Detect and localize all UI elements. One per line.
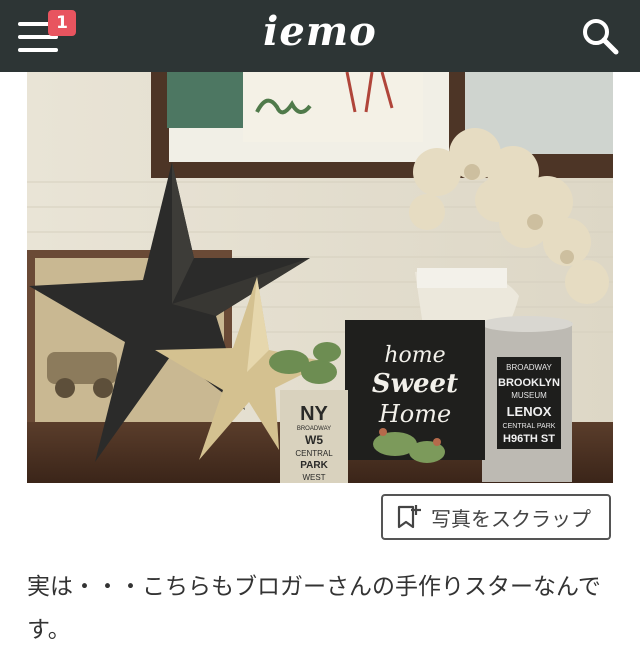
can-text-4: CENTRAL <box>295 449 333 458</box>
can-text-3: W5 <box>305 433 323 447</box>
can-text-5: PARK <box>300 460 328 471</box>
search-icon <box>583 19 619 55</box>
app-logo[interactable]: iemo <box>0 8 640 55</box>
scrap-photo-button[interactable]: 写真をスクラップ <box>381 494 611 540</box>
bookmark-plus-icon <box>397 505 421 529</box>
cup-text-5: CENTRAL PARK <box>503 423 556 430</box>
can-text-2: BROADWAY <box>297 426 331 432</box>
interior-photo[interactable]: home Sweet Home BROADWAY BROOKLYN MUSEUM… <box>27 72 613 483</box>
sign-line-2: Sweet <box>372 369 458 399</box>
photo-illustration: home Sweet Home BROADWAY BROOKLYN MUSEUM… <box>27 72 613 483</box>
cup-text-4: LENOX <box>507 404 552 419</box>
search-button[interactable] <box>580 16 620 56</box>
scrap-photo-label: 写真をスクラップ <box>431 506 591 531</box>
app-header: 1 iemo <box>0 0 640 72</box>
cup-text-2: BROOKLYN <box>498 377 560 389</box>
cup-text-6: H96TH ST <box>503 433 555 445</box>
sign-line-3: Home <box>378 400 451 428</box>
sign-line-1: home <box>384 343 445 368</box>
cup-text-3: MUSEUM <box>511 391 547 400</box>
can-text-6: WEST <box>302 473 325 482</box>
cup-text-1: BROADWAY <box>506 363 552 372</box>
photo-caption: 実は・・・こちらもブロガーさんの手作りスターなんです。 <box>27 574 601 643</box>
can-text-1: NY <box>300 403 328 425</box>
